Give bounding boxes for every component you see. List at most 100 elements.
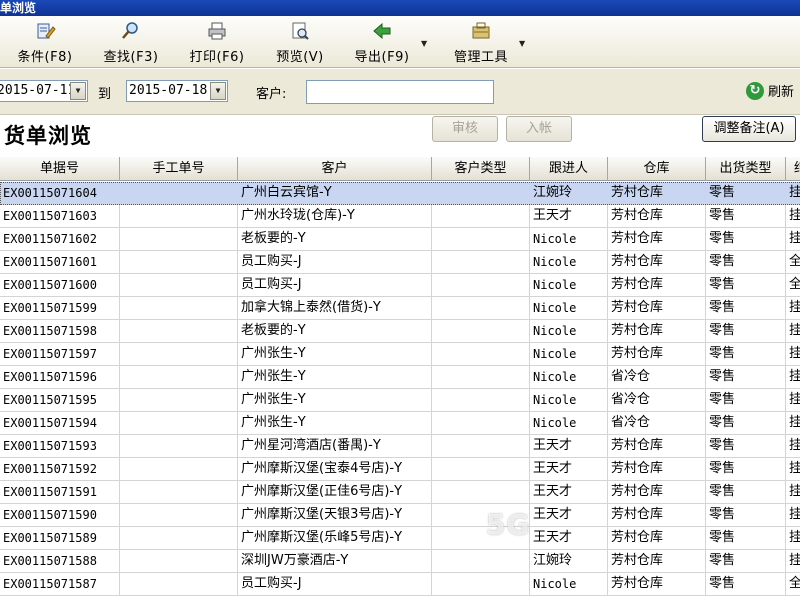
export-dropdown-arrow[interactable]: ▼ xyxy=(421,39,427,48)
cell-customer-type xyxy=(432,481,530,503)
page-title: 货单浏览 xyxy=(4,123,92,148)
cell-ship-type: 零售 xyxy=(706,343,786,365)
preview-button[interactable]: 预览(V) xyxy=(272,18,328,66)
preview-label: 预览(V) xyxy=(276,50,324,65)
column-header-manual-no[interactable]: 手工单号 xyxy=(120,157,238,181)
export-button[interactable]: 导出(F9) xyxy=(352,18,412,66)
cell-warehouse: 省冷仓 xyxy=(608,366,706,388)
cell-warehouse: 芳村仓库 xyxy=(608,343,706,365)
column-header-ship-type[interactable]: 出货类型 xyxy=(706,157,786,181)
cell-settle: 挂 xyxy=(786,527,800,549)
table-row[interactable]: EX00115071590 广州摩斯汉堡(天银3号店)-Y 王天才芳村仓库零售挂 xyxy=(0,504,800,527)
cell-follower: Nicole xyxy=(530,274,608,296)
cell-ship-type: 零售 xyxy=(706,435,786,457)
cell-customer: 员工购买-J xyxy=(238,573,432,595)
cell-doc-no: EX00115071599 xyxy=(0,297,120,319)
date-from-dropdown-button[interactable]: ▼ xyxy=(70,82,86,100)
print-button[interactable]: 打印(F6) xyxy=(186,18,248,66)
cell-follower: Nicole xyxy=(530,251,608,273)
table-row[interactable]: EX00115071604 广州白云宾馆-Y 江婉玲芳村仓库零售挂 xyxy=(0,182,800,205)
cell-customer-type xyxy=(432,527,530,549)
cell-customer-type xyxy=(432,228,530,250)
table-row[interactable]: EX00115071588 深圳JW万豪酒店-Y 江婉玲芳村仓库零售挂 xyxy=(0,550,800,573)
page-header: 货单浏览 审核 入帐 调整备注(A) xyxy=(0,116,800,156)
cell-warehouse: 芳村仓库 xyxy=(608,274,706,296)
column-header-customer-type[interactable]: 客户类型 xyxy=(432,157,530,181)
cell-warehouse: 芳村仓库 xyxy=(608,320,706,342)
adjust-note-button[interactable]: 调整备注(A) xyxy=(702,116,796,142)
cell-customer: 广州星河湾酒店(番禺)-Y xyxy=(238,435,432,457)
table-row[interactable]: EX00115071599 加拿大锦上泰然(借货)-Y Nicole芳村仓库零售挂 xyxy=(0,297,800,320)
table-row[interactable]: EX00115071593 广州星河湾酒店(番禺)-Y 王天才芳村仓库零售挂 xyxy=(0,435,800,458)
cell-manual-no xyxy=(120,297,238,319)
cell-doc-no: EX00115071600 xyxy=(0,274,120,296)
date-to-dropdown-button[interactable]: ▼ xyxy=(210,82,226,100)
date-from-field[interactable]: 2015-07-11 ▼ xyxy=(0,80,88,102)
table-row[interactable]: EX00115071594 广州张生-Y Nicole省冷仓零售挂 xyxy=(0,412,800,435)
cell-warehouse: 芳村仓库 xyxy=(608,573,706,595)
table-row[interactable]: EX00115071592 广州摩斯汉堡(宝泰4号店)-Y 王天才芳村仓库零售挂 xyxy=(0,458,800,481)
cell-customer-type xyxy=(432,435,530,457)
table-row[interactable]: EX00115071602 老板要的-Y Nicole芳村仓库零售挂 xyxy=(0,228,800,251)
cell-warehouse: 芳村仓库 xyxy=(608,458,706,480)
cell-customer-type xyxy=(432,297,530,319)
cell-doc-no: EX00115071598 xyxy=(0,320,120,342)
cell-doc-no: EX00115071589 xyxy=(0,527,120,549)
table-row[interactable]: EX00115071597 广州张生-Y Nicole芳村仓库零售挂 xyxy=(0,343,800,366)
table-row[interactable]: EX00115071587 员工购买-J Nicole芳村仓库零售全 xyxy=(0,573,800,596)
cell-follower: 王天才 xyxy=(530,504,608,526)
cell-follower: 江婉玲 xyxy=(530,550,608,572)
table-row[interactable]: EX00115071603 广州水玲珑(仓库)-Y 王天才芳村仓库零售挂 xyxy=(0,205,800,228)
column-header-customer[interactable]: 客户 xyxy=(238,157,432,181)
column-header-follower[interactable]: 跟进人 xyxy=(530,157,608,181)
post-button[interactable]: 入帐 xyxy=(506,116,572,142)
cell-customer: 员工购买-J xyxy=(238,251,432,273)
cell-warehouse: 芳村仓库 xyxy=(608,251,706,273)
cell-customer: 广州张生-Y xyxy=(238,412,432,434)
customer-input[interactable] xyxy=(306,80,494,104)
cell-ship-type: 零售 xyxy=(706,205,786,227)
cell-customer: 加拿大锦上泰然(借货)-Y xyxy=(238,297,432,319)
table-row[interactable]: EX00115071589 广州摩斯汉堡(乐峰5号店)-Y 王天才芳村仓库零售挂 xyxy=(0,527,800,550)
export-icon xyxy=(373,22,391,40)
cell-settle: 挂 xyxy=(786,343,800,365)
table-row[interactable]: EX00115071591 广州摩斯汉堡(正佳6号店)-Y 王天才芳村仓库零售挂 xyxy=(0,481,800,504)
cell-follower: 王天才 xyxy=(530,527,608,549)
cell-manual-no xyxy=(120,389,238,411)
date-to-field[interactable]: 2015-07-18 ▼ xyxy=(126,80,228,102)
cell-customer-type xyxy=(432,573,530,595)
table-row[interactable]: EX00115071595 广州张生-Y Nicole省冷仓零售挂 xyxy=(0,389,800,412)
table-header: 单据号手工单号客户客户类型跟进人仓库出货类型结 xyxy=(0,157,800,181)
filter-bar: 2015-07-11 ▼ 到 2015-07-18 ▼ 客户: ↻ 刷新 xyxy=(0,69,800,115)
search-button[interactable]: 查找(F3) xyxy=(100,18,162,66)
cell-doc-no: EX00115071597 xyxy=(0,343,120,365)
cell-warehouse: 芳村仓库 xyxy=(608,435,706,457)
table-row[interactable]: EX00115071600 员工购买-J Nicole芳村仓库零售全 xyxy=(0,274,800,297)
column-header-warehouse[interactable]: 仓库 xyxy=(608,157,706,181)
cell-manual-no xyxy=(120,435,238,457)
column-header-settle[interactable]: 结 xyxy=(786,157,800,181)
refresh-button[interactable]: ↻ 刷新 xyxy=(746,81,794,100)
tools-dropdown-arrow[interactable]: ▼ xyxy=(519,39,525,48)
column-header-doc-no[interactable]: 单据号 xyxy=(0,157,120,181)
condition-label: 条件(F8) xyxy=(17,50,73,65)
cell-follower: 王天才 xyxy=(530,205,608,227)
table-row[interactable]: EX00115071601 员工购买-J Nicole芳村仓库零售全 xyxy=(0,251,800,274)
cell-customer-type xyxy=(432,412,530,434)
tools-button[interactable]: 管理工具 xyxy=(448,18,514,66)
cell-customer: 员工购买-J xyxy=(238,274,432,296)
condition-button[interactable]: 条件(F8) xyxy=(14,18,76,66)
audit-button[interactable]: 审核 xyxy=(432,116,498,142)
cell-doc-no: EX00115071592 xyxy=(0,458,120,480)
cell-customer: 广州摩斯汉堡(正佳6号店)-Y xyxy=(238,481,432,503)
table-row[interactable]: EX00115071598 老板要的-Y Nicole芳村仓库零售挂 xyxy=(0,320,800,343)
cell-settle: 挂 xyxy=(786,297,800,319)
cell-doc-no: EX00115071594 xyxy=(0,412,120,434)
cell-settle: 挂 xyxy=(786,481,800,503)
table-row[interactable]: EX00115071596 广州张生-Y Nicole省冷仓零售挂 xyxy=(0,366,800,389)
cell-doc-no: EX00115071603 xyxy=(0,205,120,227)
search-icon xyxy=(122,22,138,39)
cell-customer-type xyxy=(432,251,530,273)
cell-settle: 全 xyxy=(786,573,800,595)
cell-customer-type xyxy=(432,320,530,342)
